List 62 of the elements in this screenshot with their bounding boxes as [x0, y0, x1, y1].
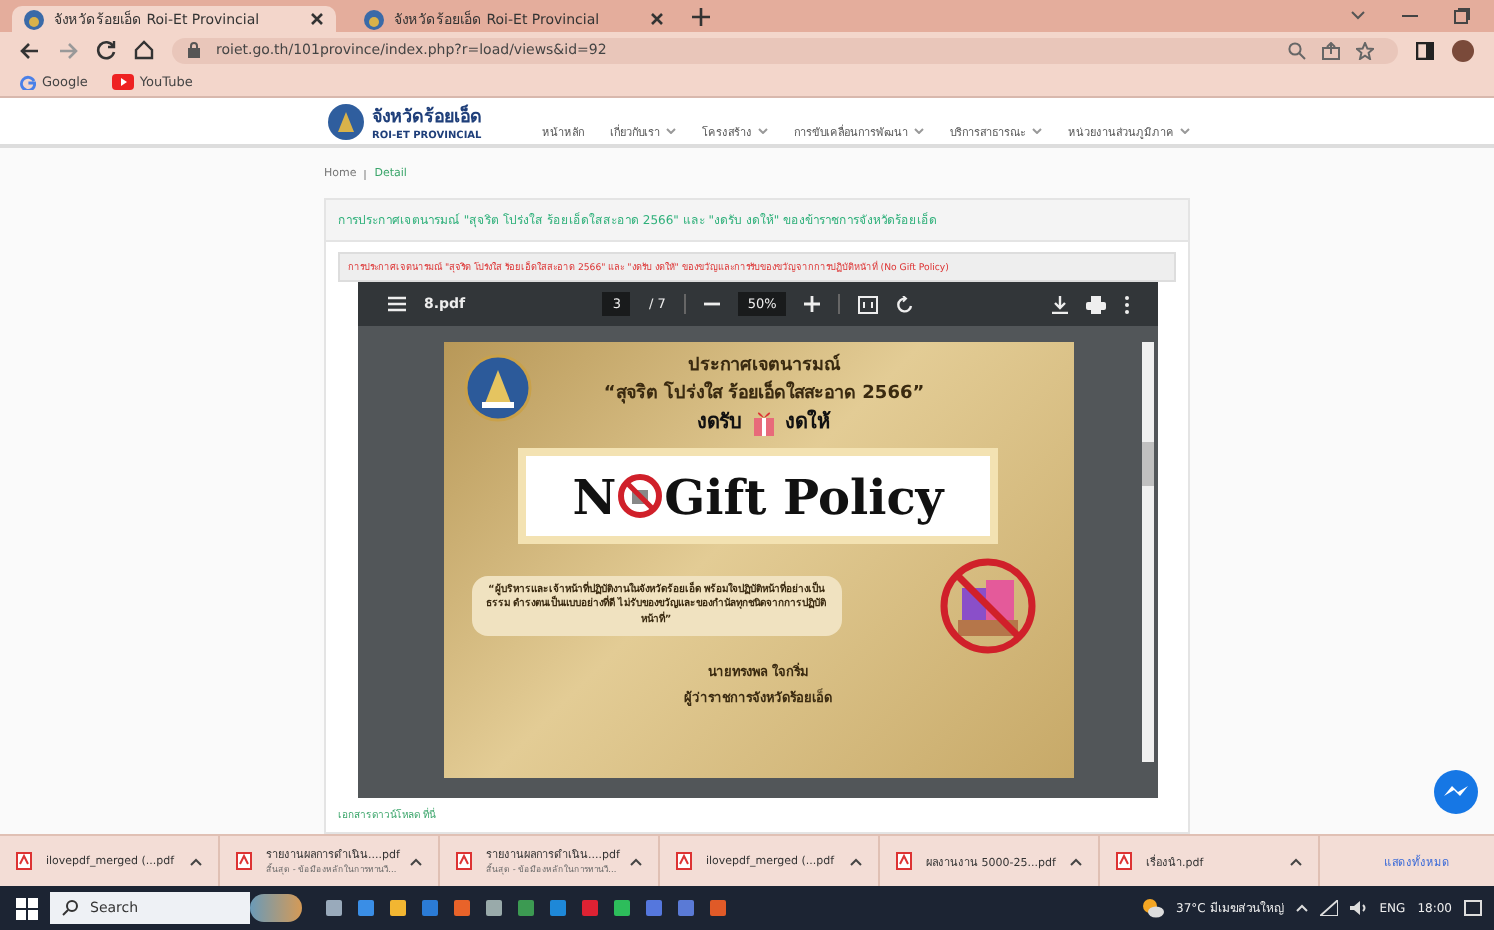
star-icon[interactable]: [1356, 41, 1374, 59]
letter-g-icon: [20, 74, 36, 90]
poster-title: ประกาศเจตนารมณ์: [688, 351, 840, 378]
no-gift-icon: [618, 474, 663, 518]
notification-icon[interactable]: [1464, 899, 1482, 917]
pdf-file-icon: [456, 852, 472, 870]
pdf-file-icon: [1116, 852, 1132, 870]
caret-icon: [666, 128, 676, 134]
weather-icon[interactable]: [1142, 898, 1165, 918]
gift-icon: [751, 407, 775, 435]
chat-icon[interactable]: [1434, 770, 1478, 814]
pdf-file-icon: [676, 852, 692, 870]
download-icon[interactable]: [1052, 295, 1069, 313]
caret-up-icon: [190, 857, 202, 865]
network-icon[interactable]: [1319, 900, 1338, 916]
home-icon[interactable]: [134, 40, 154, 60]
seal-icon: [24, 9, 44, 29]
caret-icon: [914, 128, 924, 134]
chevron-down-icon[interactable]: [1350, 10, 1366, 22]
pdf-file-icon: [16, 852, 32, 870]
caret-up-icon: [850, 857, 862, 865]
menu-icon[interactable]: [388, 296, 406, 312]
caret-icon: [758, 128, 768, 134]
rotate-icon[interactable]: [896, 295, 915, 313]
caret-up-icon: [1070, 857, 1082, 865]
search-highlight-picture: [250, 894, 302, 922]
caret-up-icon: [410, 857, 422, 865]
chevron-up-icon[interactable]: [1295, 904, 1308, 912]
caret-up-icon: [630, 857, 642, 865]
search-icon: [62, 900, 78, 916]
close-icon[interactable]: [650, 12, 664, 26]
zoom-in-icon[interactable]: [804, 296, 821, 312]
play-icon: [111, 74, 134, 90]
more-icon[interactable]: [1124, 295, 1131, 313]
poster-text: งดให้: [785, 407, 831, 436]
speaker-icon[interactable]: [1349, 900, 1368, 916]
no-gifts-drawing: [937, 556, 1037, 656]
caret-up-icon: [1290, 857, 1302, 865]
new-tab-icon[interactable]: [692, 7, 710, 25]
caret-icon: [1032, 128, 1042, 134]
restore-icon[interactable]: [1454, 8, 1470, 24]
seal-icon: [364, 9, 384, 29]
close-icon[interactable]: [310, 12, 324, 26]
pdf-file-icon: [896, 852, 912, 870]
sidebar-icon[interactable]: [1416, 41, 1434, 59]
zoom-icon[interactable]: [1288, 41, 1306, 59]
policy-banner: N Gift Policy: [518, 448, 998, 544]
windows-start-icon[interactable]: [16, 897, 38, 919]
caret-icon: [1180, 128, 1190, 134]
seal-logo-icon: [328, 103, 364, 139]
back-arrow-icon[interactable]: [20, 41, 40, 59]
province-seal-icon: [463, 354, 531, 422]
poster-text: งดรับ: [697, 409, 741, 436]
share-icon[interactable]: [1322, 41, 1340, 59]
site-name-thai: จังหวัดร้อยเอ็ด: [372, 102, 482, 129]
pdf-file-icon: [236, 852, 252, 870]
minimize-icon[interactable]: [1402, 14, 1418, 18]
lock-icon: [188, 42, 200, 58]
scrollbar-thumb[interactable]: [1142, 442, 1154, 486]
reload-icon[interactable]: [96, 40, 116, 60]
poster-slogan: “สุจริต โปร่งใส ร้อยเอ็ดใสสะอาด 2566”: [603, 378, 925, 406]
profile-avatar[interactable]: [1452, 39, 1474, 61]
